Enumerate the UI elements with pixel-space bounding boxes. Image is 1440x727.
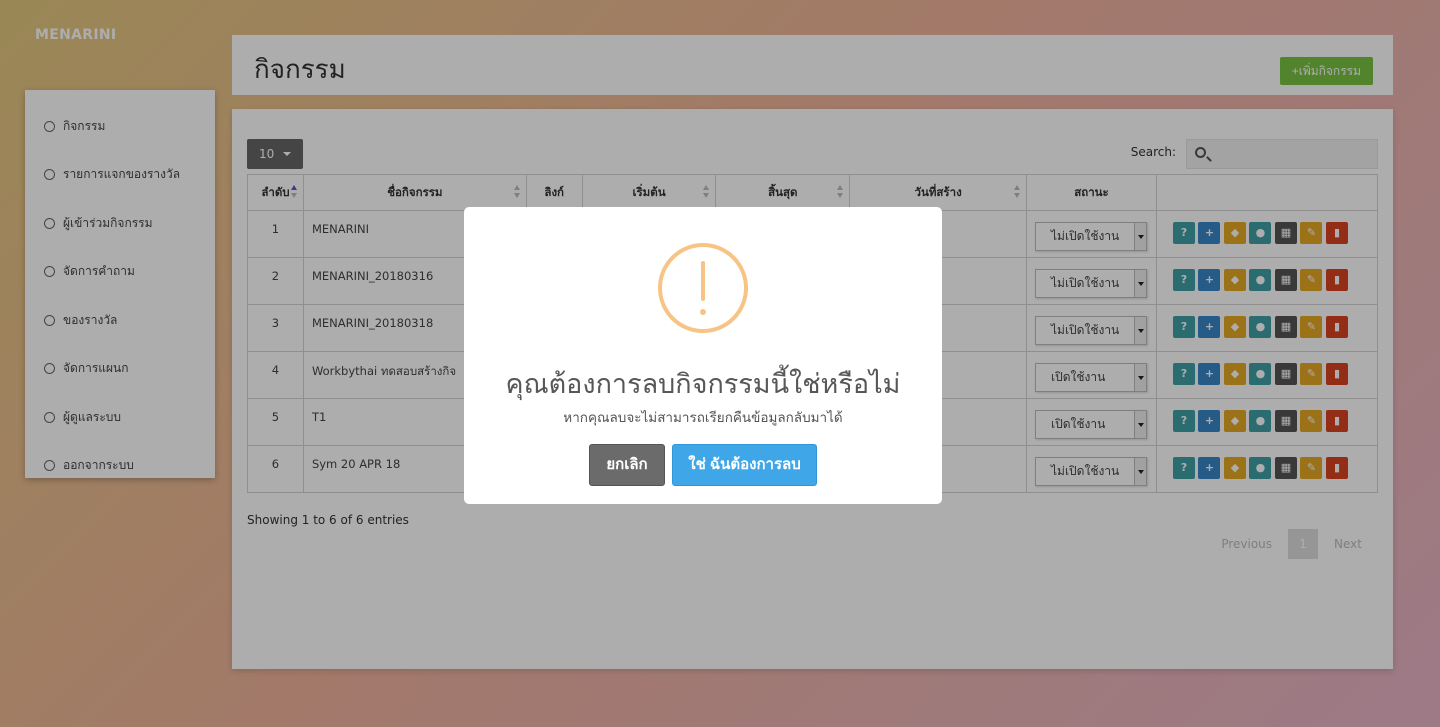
dialog-title: คุณต้องการลบกิจกรรมนี้ใช่หรือไม่ [505, 369, 901, 400]
dialog-message: หากคุณลบจะไม่สามารถเรียกคืนข้อมูลกลับมาไ… [563, 410, 843, 426]
delete-confirm-dialog: คุณต้องการลบกิจกรรมนี้ใช่หรือไม่ หากคุณล… [464, 207, 942, 504]
cancel-button[interactable]: ยกเลิก [589, 444, 665, 486]
confirm-delete-button[interactable]: ใช่ ฉันต้องการลบ [672, 444, 817, 486]
warning-icon [658, 243, 748, 333]
